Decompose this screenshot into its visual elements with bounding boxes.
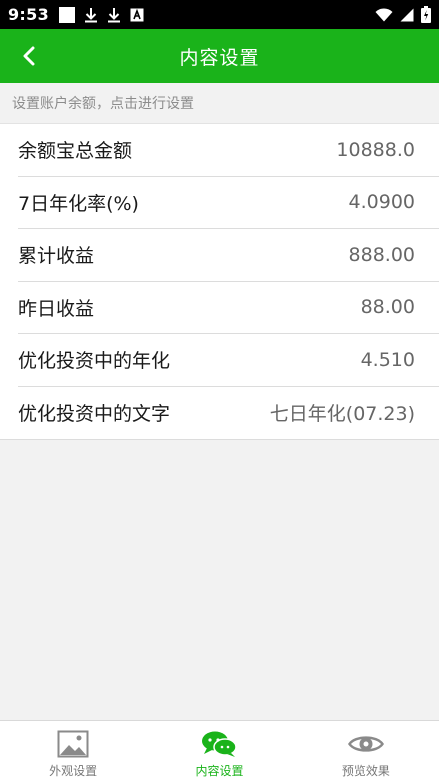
app-bar: 内容设置	[0, 29, 439, 83]
row-label: 优化投资中的文字	[18, 403, 171, 426]
row-label: 优化投资中的年化	[18, 350, 171, 373]
row-7day-yield[interactable]: 7日年化率(%) 4.0900	[18, 177, 439, 229]
row-label: 余额宝总金额	[18, 140, 133, 163]
settings-list: 余额宝总金额 10888.0 7日年化率(%) 4.0900 累计收益 888.…	[0, 124, 439, 440]
wifi-icon	[375, 7, 393, 22]
row-value: 4.510	[360, 348, 415, 371]
row-value: 七日年化(07.23)	[269, 403, 415, 426]
row-optimized-annual[interactable]: 优化投资中的年化 4.510	[18, 334, 439, 387]
image-icon	[57, 729, 89, 759]
notification-square-icon	[59, 6, 75, 23]
app-a-icon	[130, 8, 144, 22]
row-label: 累计收益	[18, 245, 95, 268]
row-balance-total[interactable]: 余额宝总金额 10888.0	[18, 124, 439, 177]
chat-bubbles-icon	[201, 729, 238, 759]
tab-label: 预览效果	[341, 764, 390, 778]
signal-icon	[400, 8, 414, 22]
row-value: 10888.0	[336, 138, 415, 161]
tab-preview[interactable]: 预览效果	[293, 721, 439, 782]
row-optimized-text[interactable]: 优化投资中的文字 七日年化(07.23)	[18, 387, 439, 440]
tab-label: 外观设置	[49, 764, 98, 778]
battery-charging-icon	[421, 6, 431, 23]
tab-appearance[interactable]: 外观设置	[0, 721, 146, 782]
row-label: 昨日收益	[18, 297, 95, 320]
row-total-earnings[interactable]: 累计收益 888.00	[18, 229, 439, 282]
bottom-tab-bar: 外观设置 内容设置 预览效果	[0, 720, 439, 782]
tab-content-settings[interactable]: 内容设置	[146, 721, 292, 782]
eye-icon	[347, 729, 384, 759]
tab-label: 内容设置	[195, 764, 244, 778]
row-value: 888.00	[348, 243, 415, 266]
page-title: 内容设置	[179, 46, 260, 69]
download-icon	[84, 7, 98, 23]
row-yesterday-earnings[interactable]: 昨日收益 88.00	[18, 282, 439, 334]
status-bar: 9:53	[0, 0, 439, 29]
row-value: 88.00	[360, 296, 415, 319]
chevron-left-icon	[22, 46, 36, 66]
status-time: 9:53	[8, 5, 49, 24]
settings-hint: 设置账户余额，点击进行设置	[0, 83, 439, 124]
download-icon	[107, 7, 121, 23]
row-label: 7日年化率(%)	[18, 192, 139, 215]
back-button[interactable]	[12, 29, 46, 83]
row-value: 4.0900	[348, 191, 415, 214]
